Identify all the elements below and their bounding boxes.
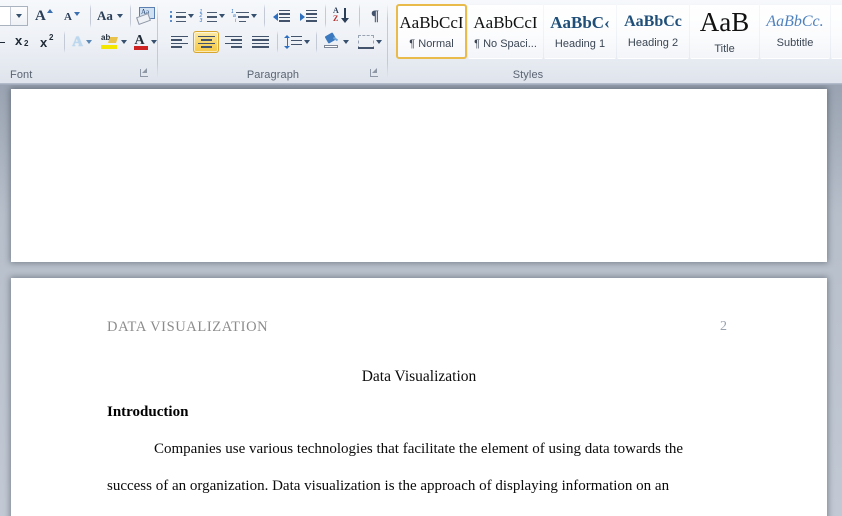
clear-formatting-icon: Aa	[136, 6, 156, 26]
shading-button[interactable]	[320, 31, 352, 53]
text-effects-button[interactable]: A	[67, 31, 97, 53]
style-button-normal[interactable]: AaBbCcI ¶ Normal	[396, 4, 467, 59]
align-left-button[interactable]	[166, 31, 192, 53]
document-heading-introduction: Introduction	[107, 404, 189, 420]
borders-icon	[358, 35, 374, 49]
font-size-combo[interactable]: 12	[0, 6, 28, 26]
font-color-button[interactable]: A	[131, 31, 159, 53]
borders-button[interactable]	[354, 31, 386, 53]
grow-font-icon: A	[35, 8, 55, 25]
group-label-styles: Styles	[512, 69, 544, 81]
bullets-icon	[169, 10, 186, 23]
ribbon-group-paragraph: 1 2 3 1 a i A Z ¶ Paragraph	[158, 0, 388, 83]
style-button-heading-2[interactable]: AaBbCc Heading 2	[617, 4, 689, 59]
style-preview-subtitle: AaBbCc.	[766, 13, 824, 30]
group-label-paragraph: Paragraph	[246, 69, 300, 81]
subscript-button[interactable]: x 2	[12, 31, 36, 53]
style-preview-normal: AaBbCcI	[399, 12, 464, 32]
text-effects-icon: A	[72, 34, 83, 50]
align-center-icon	[197, 35, 215, 49]
ribbon: 12 A A Aa	[0, 0, 842, 85]
grow-font-button[interactable]: A	[32, 5, 58, 27]
style-label-normal: ¶ Normal	[409, 37, 454, 50]
document-paragraph-line-1: Companies use various technologies that …	[154, 441, 684, 457]
multilevel-list-button[interactable]: 1 a i	[228, 5, 260, 27]
text-highlight-button[interactable]: ab	[98, 31, 130, 53]
clear-formatting-button[interactable]: Aa	[133, 4, 159, 28]
style-preview-title: AaB	[699, 6, 750, 37]
pilcrow-icon: ¶	[370, 8, 380, 24]
document-paragraph-line-2: success of an organization. Data visuali…	[107, 478, 670, 494]
align-right-icon	[224, 35, 242, 49]
sort-button[interactable]: A Z	[329, 5, 357, 27]
numbering-icon: 1 2 3	[200, 9, 217, 23]
superscript-icon: x 2	[40, 33, 54, 50]
page-header-text: DATA VISUALIZATION	[107, 319, 269, 335]
style-preview-no-spacing: AaBbCcI	[473, 12, 538, 32]
style-button-heading-1[interactable]: AaBbC‹ Heading 1	[544, 4, 616, 59]
style-preview-heading-1: AaBbC‹	[550, 12, 610, 32]
document-title: Data Visualization	[361, 368, 477, 385]
strikethrough-button[interactable]: S	[0, 31, 10, 53]
line-spacing-button[interactable]	[281, 31, 313, 53]
style-preview-heading-2: AaBbCc	[624, 13, 682, 30]
strikethrough-icon: S	[0, 35, 6, 49]
change-case-button[interactable]: Aa	[93, 5, 127, 27]
font-size-value: 12	[0, 9, 10, 23]
document-page-1[interactable]	[11, 89, 827, 262]
justify-icon	[251, 35, 269, 49]
increase-indent-button[interactable]	[295, 5, 321, 27]
style-button-title[interactable]: AaB Title	[690, 4, 759, 59]
style-label-heading-1: Heading 1	[554, 37, 606, 50]
font-dialog-launcher[interactable]	[138, 67, 150, 79]
document-canvas[interactable]: DATA VISUALIZATION 2 Data Visualization …	[0, 85, 842, 516]
align-right-button[interactable]	[220, 31, 246, 53]
sort-icon: A Z	[333, 7, 353, 24]
page-number: 2	[720, 319, 727, 334]
align-left-icon	[170, 35, 188, 49]
align-center-button[interactable]	[193, 31, 219, 53]
subscript-icon: x 2	[15, 33, 29, 48]
change-case-label: Aa	[97, 8, 113, 23]
show-formatting-marks-button[interactable]: ¶	[363, 5, 387, 27]
style-label-no-spacing: ¶ No Spaci...	[474, 37, 537, 50]
ribbon-group-font: 12 A A Aa	[0, 0, 158, 83]
increase-indent-icon	[299, 9, 317, 23]
style-label-title: Title	[714, 42, 735, 55]
shrink-font-button[interactable]: A	[60, 5, 86, 27]
highlight-icon: ab	[101, 33, 118, 51]
decrease-indent-button[interactable]	[268, 5, 294, 27]
shrink-font-icon: A	[63, 8, 83, 25]
line-spacing-icon	[284, 35, 302, 49]
style-button-subtle-emphasis[interactable]: A S	[831, 4, 842, 59]
decrease-indent-icon	[272, 9, 290, 23]
style-label-heading-2: Heading 2	[627, 37, 679, 49]
word-application-window: 12 A A Aa	[0, 0, 842, 516]
style-label-subtitle: Subtitle	[776, 37, 814, 49]
paragraph-dialog-launcher[interactable]	[368, 67, 380, 79]
font-size-dropdown-icon[interactable]	[10, 7, 27, 25]
shading-icon	[323, 32, 341, 50]
justify-button[interactable]	[247, 31, 273, 53]
style-button-no-spacing[interactable]: AaBbCcI ¶ No Spaci...	[468, 4, 543, 59]
font-color-icon: A	[133, 33, 149, 51]
bullets-button[interactable]	[166, 5, 196, 27]
style-button-subtitle[interactable]: AaBbCc. Subtitle	[760, 4, 830, 59]
numbering-button[interactable]: 1 2 3	[197, 5, 227, 27]
multilevel-list-icon: 1 a i	[231, 9, 250, 23]
superscript-button[interactable]: x 2	[37, 31, 61, 53]
document-page-2[interactable]: DATA VISUALIZATION 2 Data Visualization …	[11, 278, 827, 516]
ribbon-group-styles: AaBbCcI ¶ Normal AaBbCcI ¶ No Spaci... A…	[388, 0, 842, 83]
